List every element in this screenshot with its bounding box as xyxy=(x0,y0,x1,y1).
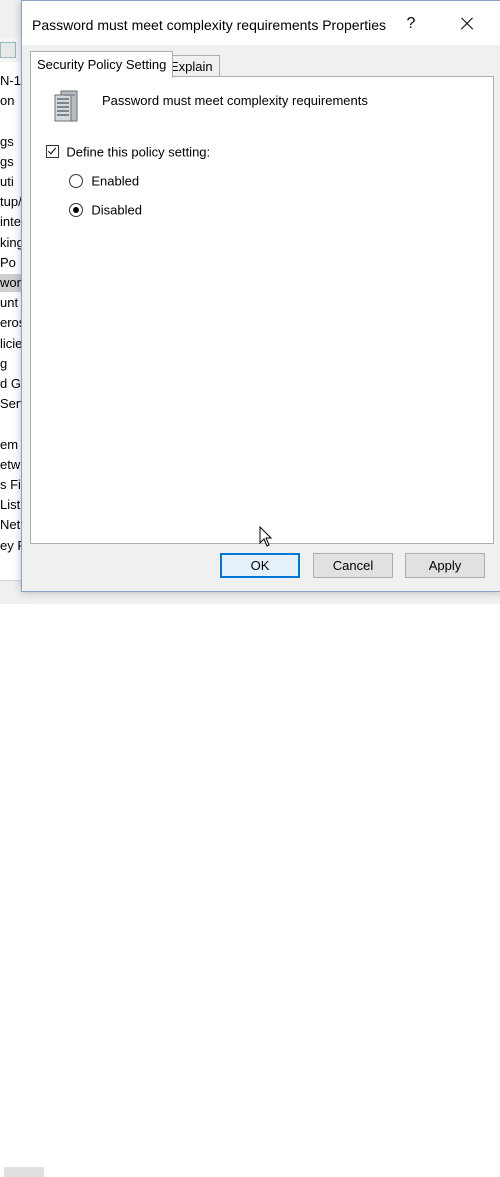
define-policy-label: Define this policy setting: xyxy=(66,144,211,160)
server-policy-icon xyxy=(54,90,78,122)
horizontal-scrollbar[interactable] xyxy=(4,1167,44,1177)
tree-item[interactable]: g xyxy=(0,355,22,373)
define-policy-checkbox[interactable] xyxy=(46,145,59,159)
tree-item[interactable]: licie xyxy=(0,335,22,353)
tree-item[interactable]: tup/ xyxy=(0,193,22,211)
tree-item[interactable]: s Fi xyxy=(0,476,22,494)
disabled-radio[interactable] xyxy=(69,202,83,217)
enabled-radio-row[interactable]: Enabled xyxy=(69,173,139,191)
dialog-title: Password must meet complexity requiremen… xyxy=(32,17,387,33)
dialog-client-area: Security Policy Setting Explain Password… xyxy=(22,45,500,591)
tree-item[interactable]: Serv xyxy=(0,395,22,413)
disabled-label: Disabled xyxy=(91,202,142,218)
enabled-radio[interactable] xyxy=(69,173,83,188)
ok-button[interactable]: OK xyxy=(220,553,300,578)
tree-item[interactable]: unt xyxy=(0,294,22,312)
tree-item[interactable]: em xyxy=(0,436,22,454)
tab-panel-security-policy-setting: Password must meet complexity requiremen… xyxy=(30,76,494,544)
tree-item[interactable]: etw xyxy=(0,456,22,474)
tree-item[interactable]: inte xyxy=(0,213,22,231)
tree-item[interactable]: gs xyxy=(0,153,22,171)
tree-item[interactable]: wor xyxy=(0,274,22,292)
tree-item[interactable]: List xyxy=(0,496,22,514)
properties-dialog: Password must meet complexity requiremen… xyxy=(21,0,500,592)
tree-item[interactable]: gs xyxy=(0,133,22,151)
tree-item[interactable]: ey Pe xyxy=(0,537,22,555)
toolbar-refresh-icon[interactable] xyxy=(0,42,16,58)
tree-item[interactable] xyxy=(0,415,22,433)
tree-item[interactable]: Net xyxy=(0,516,22,534)
tab-security-policy-setting[interactable]: Security Policy Setting xyxy=(30,51,174,78)
tree-item[interactable]: Po xyxy=(0,254,22,272)
tree-item[interactable]: king xyxy=(0,234,22,252)
tree-item[interactable]: on xyxy=(0,92,22,110)
background-tree-pane[interactable]: N-1 on gs gs uti tup/inte king Po wor unt eros lic… xyxy=(0,62,22,582)
define-policy-checkbox-row[interactable]: Define this policy setting: xyxy=(46,144,210,162)
tree-item[interactable]: d G xyxy=(0,375,22,393)
policy-title: Password must meet complexity requiremen… xyxy=(102,93,368,108)
enabled-label: Enabled xyxy=(91,173,140,189)
disabled-radio-row[interactable]: Disabled xyxy=(69,202,142,220)
cancel-button[interactable]: Cancel xyxy=(313,553,393,578)
mouse-cursor-icon xyxy=(259,526,273,547)
tree-item[interactable] xyxy=(0,112,22,130)
tree-item[interactable]: N-1 xyxy=(0,72,22,90)
tree-item[interactable]: eros xyxy=(0,314,22,332)
dialog-titlebar[interactable]: Password must meet complexity requiremen… xyxy=(22,1,500,45)
tree-item[interactable]: uti xyxy=(0,173,22,191)
apply-button[interactable]: Apply xyxy=(405,553,485,578)
close-icon[interactable] xyxy=(452,9,482,39)
help-button[interactable]: ? xyxy=(396,9,426,39)
